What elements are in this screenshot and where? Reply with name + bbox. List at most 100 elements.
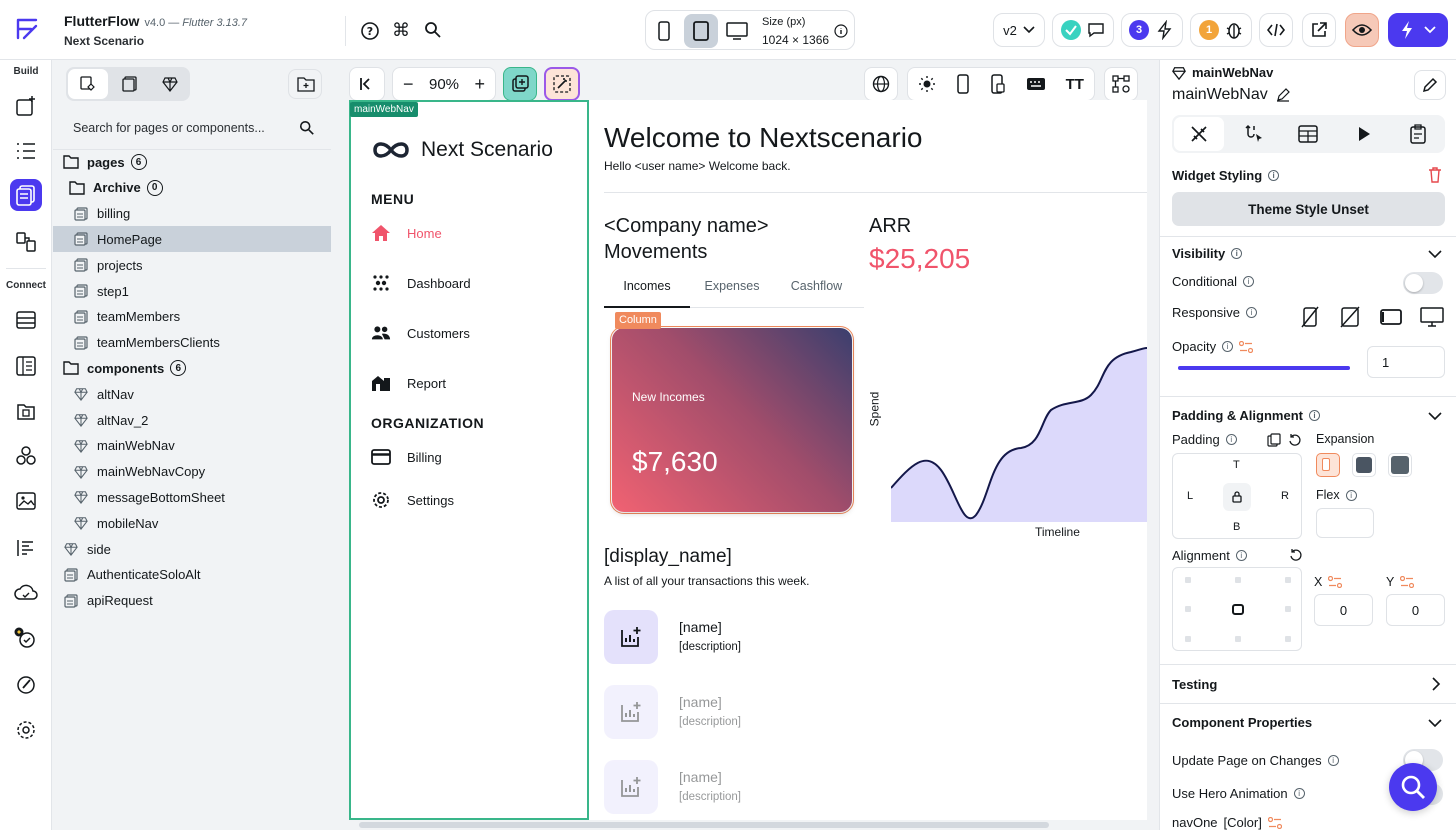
main-web-nav[interactable]: Next Scenario MENU Home Dashboard Custom…	[349, 100, 589, 820]
component-item[interactable]: altNav_2	[53, 407, 331, 433]
nav-item-customers[interactable]: Customers	[371, 323, 470, 343]
padding-box[interactable]: T L R B	[1172, 453, 1302, 539]
y-input[interactable]: 0	[1386, 594, 1445, 626]
edit-component-button[interactable]	[1414, 70, 1446, 100]
text-scale-icon[interactable]: TT	[1066, 76, 1084, 93]
info-icon[interactable]	[834, 24, 848, 38]
opacity-slider[interactable]	[1178, 366, 1350, 370]
branch-selector[interactable]: v2	[993, 13, 1045, 47]
trash-icon[interactable]	[1428, 167, 1442, 183]
storyboard-icon[interactable]	[10, 226, 42, 258]
keyboard-icon[interactable]	[1026, 77, 1046, 91]
phone-hidden-icon[interactable]	[1301, 306, 1319, 328]
theme-icon[interactable]	[10, 669, 42, 701]
tests-icon[interactable]	[10, 622, 42, 654]
new-incomes-card[interactable]: New Incomes $7,630	[612, 328, 852, 512]
nav-item-home[interactable]: Home	[371, 223, 442, 243]
alignment-grid[interactable]	[1172, 567, 1302, 651]
opacity-input[interactable]: 1	[1367, 346, 1445, 378]
theme-style-button[interactable]: Theme Style Unset	[1172, 192, 1445, 226]
data-types-icon[interactable]	[10, 350, 42, 382]
variable-icon[interactable]	[1400, 576, 1415, 588]
page-item[interactable]: HomePage	[53, 226, 331, 253]
info-icon[interactable]: i	[1293, 788, 1305, 799]
component-item[interactable]: mobileNav	[53, 510, 331, 536]
animation-tab-icon[interactable]	[1356, 125, 1372, 143]
phone-frame-icon[interactable]	[956, 74, 970, 94]
pages-tab-icon[interactable]	[122, 76, 138, 92]
page-item[interactable]: billing	[53, 201, 331, 227]
padding-right[interactable]: R	[1281, 490, 1289, 502]
align-top-right[interactable]	[1285, 577, 1291, 583]
tablet-hidden-icon[interactable]	[1340, 306, 1360, 328]
code-view-button[interactable]	[1259, 13, 1293, 47]
tablet-button[interactable]	[684, 14, 718, 48]
search-icon[interactable]	[299, 120, 315, 136]
safe-area-icon[interactable]	[990, 74, 1006, 94]
backend-query-tab-icon[interactable]	[1298, 124, 1318, 144]
variable-icon[interactable]	[1239, 340, 1254, 353]
actions-tab-icon[interactable]	[1244, 124, 1264, 144]
expansion-expanded-button[interactable]	[1352, 453, 1376, 477]
desktop-icon[interactable]	[726, 21, 748, 41]
help-search-fab[interactable]	[1389, 763, 1437, 811]
cloud-functions-icon[interactable]	[10, 577, 42, 609]
testing-section[interactable]: Testing	[1172, 677, 1217, 692]
info-icon[interactable]: i	[1243, 276, 1255, 287]
help-icon[interactable]: ?	[360, 21, 380, 41]
add-page-button[interactable]	[288, 69, 322, 99]
component-item[interactable]: messageBottomSheet	[53, 484, 331, 510]
variable-icon[interactable]	[1328, 576, 1343, 588]
info-icon[interactable]: i	[1308, 410, 1320, 421]
align-bottom-right[interactable]	[1285, 636, 1291, 642]
phone-icon[interactable]	[656, 20, 672, 42]
page-item[interactable]: teamMembersClients	[53, 330, 331, 356]
pages-folder[interactable]: pages 6	[53, 149, 331, 175]
align-top-center[interactable]	[1235, 577, 1241, 583]
search-input[interactable]: Search for pages or components...	[73, 121, 265, 135]
component-item[interactable]: mainWebNavCopy	[53, 459, 331, 485]
padding-left[interactable]: L	[1187, 490, 1193, 502]
project-name[interactable]: Next Scenario	[64, 34, 144, 48]
add-widget-icon[interactable]	[10, 90, 42, 122]
copy-icon[interactable]	[1267, 433, 1281, 447]
components-folder[interactable]: components 6	[53, 355, 331, 381]
issues-button[interactable]: 3	[1121, 13, 1183, 47]
collapse-panel-button[interactable]	[349, 67, 385, 101]
align-center[interactable]	[1232, 604, 1244, 615]
padding-top[interactable]: T	[1233, 459, 1240, 471]
component-item[interactable]: side	[53, 536, 331, 562]
chevron-down-icon[interactable]	[1428, 250, 1442, 259]
info-icon[interactable]: i	[1222, 341, 1234, 352]
nav-item-billing[interactable]: Billing	[371, 447, 442, 467]
chevron-down-icon[interactable]	[1428, 719, 1442, 728]
flex-input[interactable]	[1316, 508, 1374, 538]
reset-icon[interactable]	[1289, 548, 1303, 562]
expansion-tight-button[interactable]	[1388, 453, 1412, 477]
command-icon[interactable]: ⌘	[392, 20, 410, 41]
component-item[interactable]: altNav	[53, 381, 331, 407]
chevron-right-icon[interactable]	[1432, 677, 1441, 691]
nav-item-settings[interactable]: Settings	[371, 490, 454, 510]
visibility-section[interactable]: Visibility i	[1172, 246, 1243, 261]
page-item[interactable]: apiRequest	[53, 588, 331, 614]
settings-icon[interactable]	[10, 714, 42, 746]
page-item[interactable]: teamMembers	[53, 304, 331, 330]
collab-button[interactable]	[1052, 13, 1114, 47]
info-icon[interactable]: i	[1225, 434, 1237, 445]
list-item[interactable]: [name] [description]	[604, 610, 904, 664]
size-value[interactable]: 1024 × 1366	[762, 33, 829, 47]
flow-tree-button[interactable]	[1104, 67, 1138, 101]
info-icon[interactable]: i	[1327, 755, 1339, 766]
magic-tool-button[interactable]	[544, 67, 580, 101]
nav-item-dashboard[interactable]: Dashboard	[371, 273, 471, 293]
info-icon[interactable]: i	[1345, 489, 1357, 501]
preview-button[interactable]	[1345, 13, 1379, 47]
align-bottom-left[interactable]	[1185, 636, 1191, 642]
expansion-flexible-button[interactable]	[1316, 453, 1340, 477]
page-item[interactable]: AuthenticateSoloAlt	[53, 562, 331, 588]
info-icon[interactable]: i	[1268, 170, 1280, 181]
conditional-toggle[interactable]	[1403, 272, 1443, 294]
archive-folder[interactable]: Archive 0	[53, 175, 331, 201]
component-item[interactable]: mainWebNav	[53, 433, 331, 459]
